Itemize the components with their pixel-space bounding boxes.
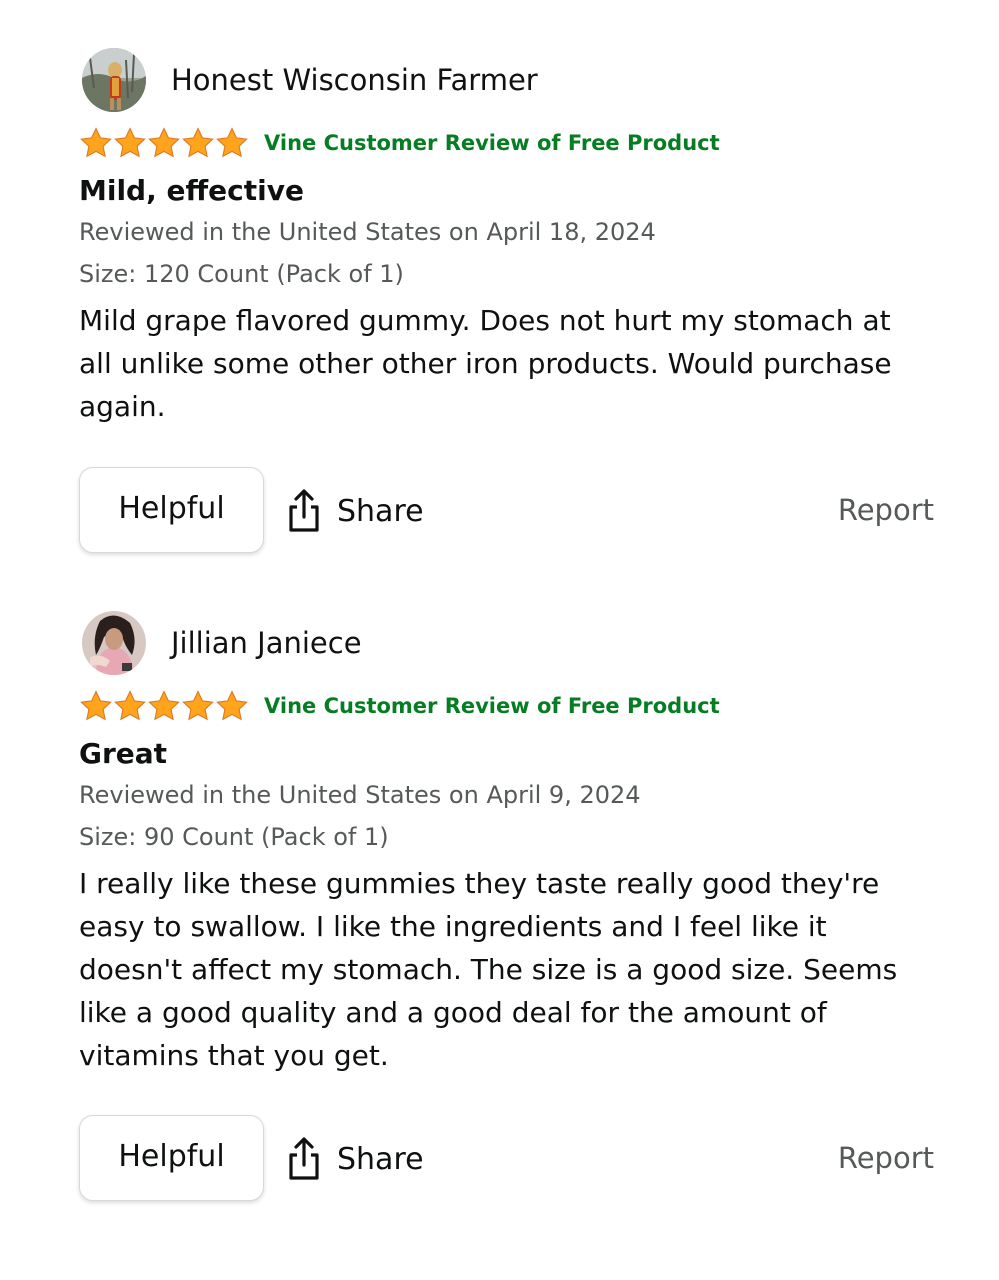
star-icon	[80, 690, 112, 721]
review-date: Reviewed in the United States on April 1…	[79, 218, 656, 246]
vine-badge: Vine Customer Review of Free Product	[264, 131, 720, 155]
review-actions: Helpful Share Report	[79, 467, 934, 557]
reviewer-avatar[interactable]	[82, 48, 146, 112]
share-button[interactable]: Share	[285, 489, 424, 533]
share-button[interactable]: Share	[285, 1137, 424, 1181]
reviewer-profile[interactable]: Jillian Janiece	[82, 611, 934, 675]
share-label: Share	[337, 1141, 424, 1177]
reviewer-profile[interactable]: Honest Wisconsin Farmer	[82, 48, 934, 112]
review-actions: Helpful Share Report	[79, 1115, 934, 1205]
star-icon	[216, 690, 248, 721]
star-icon	[148, 127, 180, 158]
review-card: Honest Wisconsin Farmer Vine Customer Re…	[79, 48, 934, 428]
rating-row: Vine Customer Review of Free Product	[79, 124, 934, 162]
star-icon	[80, 127, 112, 158]
report-link[interactable]: Report	[838, 493, 934, 527]
star-rating[interactable]	[79, 125, 249, 161]
review-date: Reviewed in the United States on April 9…	[79, 781, 641, 809]
review-title: Mild, effective	[79, 174, 304, 207]
star-icon	[148, 690, 180, 721]
helpful-button[interactable]: Helpful	[79, 467, 264, 553]
reviewer-name[interactable]: Honest Wisconsin Farmer	[171, 63, 538, 97]
share-label: Share	[337, 493, 424, 529]
review-card: Jillian Janiece Vine Customer Review of …	[79, 611, 934, 1077]
share-icon	[289, 489, 319, 532]
review-body: I really like these gummies they taste r…	[79, 867, 898, 1072]
review-title: Great	[79, 737, 168, 770]
review-body: Mild grape flavored gummy. Does not hurt…	[79, 304, 892, 423]
review-size: Size: 90 Count (Pack of 1)	[79, 823, 389, 851]
star-icon	[114, 690, 146, 721]
vine-badge: Vine Customer Review of Free Product	[264, 694, 720, 718]
star-icon	[182, 127, 214, 158]
rating-row: Vine Customer Review of Free Product	[79, 687, 934, 725]
star-icon	[182, 690, 214, 721]
review-size: Size: 120 Count (Pack of 1)	[79, 260, 404, 288]
star-rating[interactable]	[79, 688, 249, 724]
reviewer-name[interactable]: Jillian Janiece	[171, 626, 362, 660]
share-icon	[289, 1137, 319, 1180]
report-link[interactable]: Report	[838, 1141, 934, 1175]
helpful-button[interactable]: Helpful	[79, 1115, 264, 1201]
reviewer-avatar[interactable]	[82, 611, 146, 675]
star-icon	[216, 127, 248, 158]
star-icon	[114, 127, 146, 158]
